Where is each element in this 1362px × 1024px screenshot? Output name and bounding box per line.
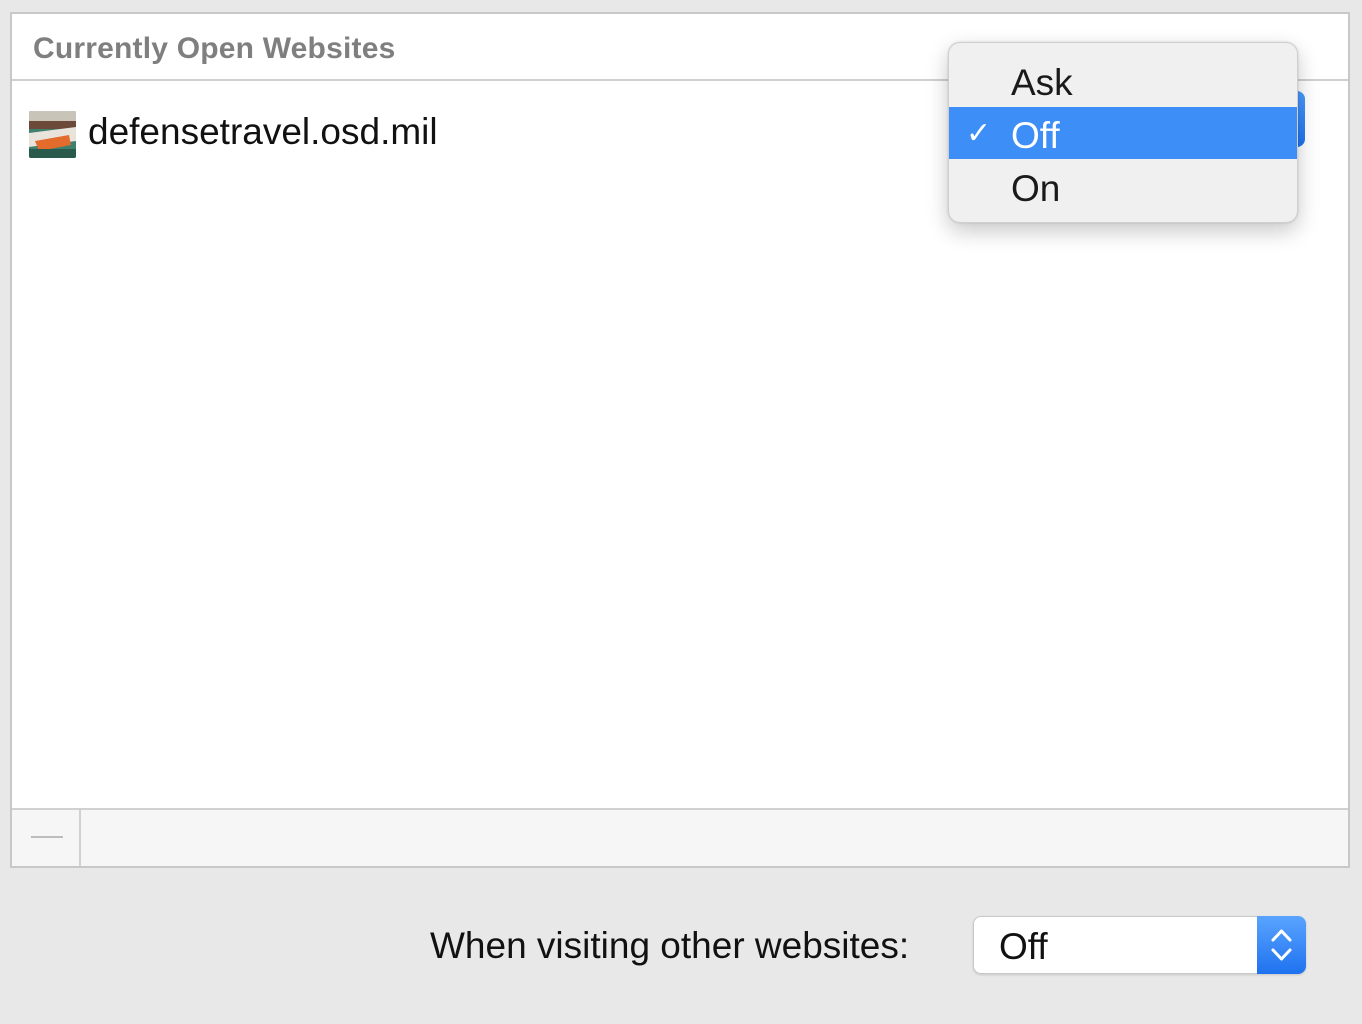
site-name: defensetravel.osd.mil xyxy=(88,111,438,152)
other-websites-label: When visiting other websites: xyxy=(430,925,910,966)
panel-footer xyxy=(12,808,1348,866)
up-down-chevron-icon xyxy=(1257,916,1306,974)
menu-item-on[interactable]: On xyxy=(949,160,1297,212)
other-websites-select[interactable]: Off xyxy=(973,916,1306,974)
checkmark-icon: ✓ xyxy=(966,117,992,150)
panel-title: Currently Open Websites xyxy=(33,32,396,65)
menu-item-label: On xyxy=(1011,168,1061,209)
remove-site-button[interactable] xyxy=(12,810,81,866)
menu-item-label: Ask xyxy=(1011,62,1073,103)
defensetravel-favicon-icon xyxy=(29,111,76,158)
setting-dropdown-menu: Ask ✓ Off On xyxy=(948,42,1298,223)
menu-item-label: Off xyxy=(1011,115,1060,156)
minus-icon xyxy=(31,836,63,838)
select-value: Off xyxy=(999,926,1048,967)
menu-item-ask[interactable]: Ask xyxy=(949,54,1297,106)
menu-item-off[interactable]: ✓ Off xyxy=(949,107,1297,159)
